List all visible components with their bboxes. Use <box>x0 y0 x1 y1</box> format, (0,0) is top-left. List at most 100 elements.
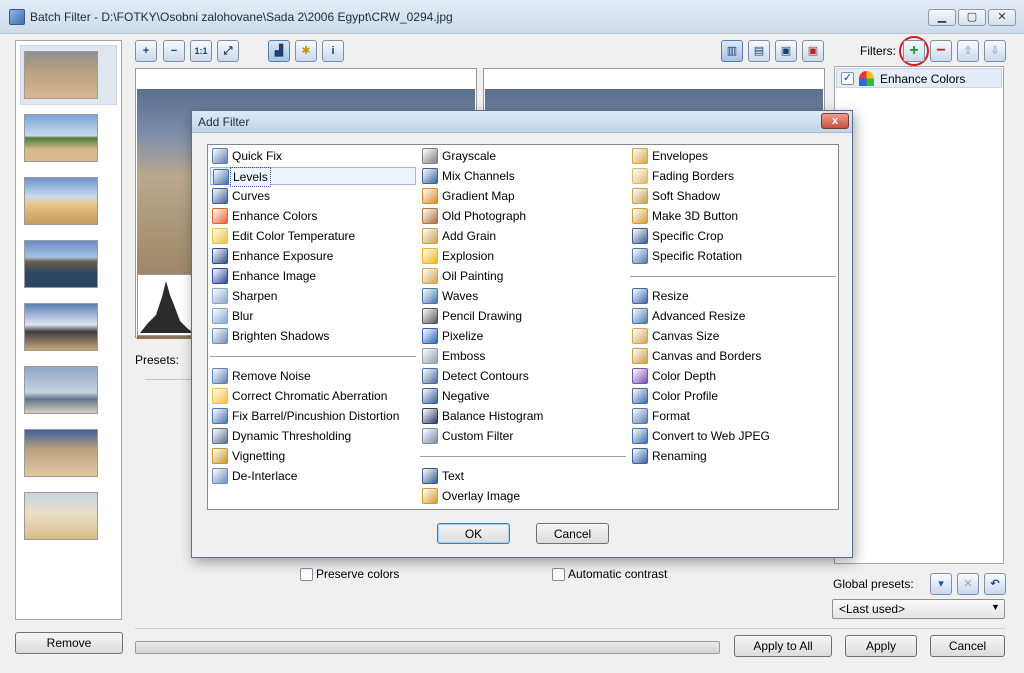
filter-option[interactable]: Canvas Size <box>630 327 836 345</box>
filter-option[interactable]: Overlay Image <box>420 487 626 505</box>
filter-option-label: Convert to Web JPEG <box>652 429 770 443</box>
filter-option[interactable]: Sharpen <box>210 287 416 305</box>
filter-option[interactable]: Specific Crop <box>630 227 836 245</box>
filter-option[interactable]: Convert to Web JPEG <box>630 427 836 445</box>
auto-adjust-icon[interactable]: ✱ <box>295 40 317 62</box>
filter-item-enhance-colors[interactable]: ✓ Enhance Colors <box>836 68 1002 88</box>
split-vertical-view-icon[interactable]: ▥ <box>721 40 743 62</box>
filter-option[interactable]: Enhance Exposure <box>210 247 416 265</box>
apply-to-all-button[interactable]: Apply to All <box>734 635 832 657</box>
filter-option[interactable]: Explosion <box>420 247 626 265</box>
filter-option-label: Resize <box>652 289 689 303</box>
filter-option[interactable]: Enhance Image <box>210 267 416 285</box>
filters-label: Filters: <box>860 44 896 58</box>
filter-option[interactable]: Envelopes <box>630 147 836 165</box>
filter-option[interactable]: Renaming <box>630 447 836 465</box>
filter-option[interactable]: Resize <box>630 287 836 305</box>
apply-button[interactable]: Apply <box>845 635 917 657</box>
dialog-close-button[interactable]: x <box>821 113 849 129</box>
remove-button[interactable]: Remove <box>15 632 123 654</box>
filter-option[interactable]: Color Depth <box>630 367 836 385</box>
filter-options-list[interactable]: Quick Fix Levels Curves Enhance Colors Edit … <box>207 144 839 510</box>
filter-option[interactable]: Pencil Drawing <box>420 307 626 325</box>
fit-to-window-icon[interactable]: ⤢ <box>217 40 239 62</box>
filter-option[interactable]: Edit Color Temperature <box>210 227 416 245</box>
histogram-icon[interactable]: ▟ <box>268 40 290 62</box>
filter-option[interactable]: Soft Shadow <box>630 187 836 205</box>
filter-option[interactable]: Detect Contours <box>420 367 626 385</box>
filter-option[interactable]: Advanced Resize <box>630 307 836 325</box>
automatic-contrast-checkbox[interactable] <box>552 568 565 581</box>
filter-option[interactable]: Remove Noise <box>210 367 416 385</box>
thumbnail-5[interactable] <box>24 303 98 351</box>
filter-option[interactable]: Emboss <box>420 347 626 365</box>
delete-preset-icon[interactable]: ✕ <box>957 573 979 595</box>
filter-option-label: Fading Borders <box>652 169 735 183</box>
thumbnail-2[interactable] <box>24 114 98 162</box>
zoom-in-icon[interactable]: + <box>135 40 157 62</box>
thumbnail-8[interactable] <box>24 492 98 540</box>
filter-option[interactable]: Specific Rotation <box>630 247 836 265</box>
thumbnail-1[interactable] <box>24 51 98 99</box>
filter-option[interactable]: Blur <box>210 307 416 325</box>
filter-option[interactable]: Pixelize <box>420 327 626 345</box>
filter-option[interactable]: Brighten Shadows <box>210 327 416 345</box>
thumbnail-6[interactable] <box>24 366 98 414</box>
histogram-panel <box>137 274 197 336</box>
filter-list[interactable]: ✓ Enhance Colors <box>834 66 1004 564</box>
filter-checkbox[interactable]: ✓ <box>841 72 854 85</box>
thumbnail-7[interactable] <box>24 429 98 477</box>
filter-option[interactable]: Enhance Colors <box>210 207 416 225</box>
move-down-icon[interactable]: ⇩ <box>984 40 1006 62</box>
original-view-icon[interactable]: ▣ <box>802 40 824 62</box>
save-preset-icon[interactable]: ▾ <box>930 573 952 595</box>
thumbnail-4[interactable] <box>24 240 98 288</box>
ok-button[interactable]: OK <box>437 523 510 544</box>
undo-icon[interactable]: ↶ <box>984 573 1006 595</box>
thumbnail-list[interactable] <box>15 40 122 620</box>
single-view-icon[interactable]: ▣ <box>775 40 797 62</box>
filter-option[interactable]: Vignetting <box>210 447 416 465</box>
filter-option[interactable]: Levels <box>210 167 416 187</box>
filter-option[interactable]: Add Grain <box>420 227 626 245</box>
minimize-button[interactable]: ▁ <box>928 9 956 26</box>
filter-option[interactable]: Color Profile <box>630 387 836 405</box>
filter-option[interactable]: Balance Histogram <box>420 407 626 425</box>
info-icon[interactable]: i <box>322 40 344 62</box>
filter-option[interactable]: Gradient Map <box>420 187 626 205</box>
zoom-out-icon[interactable]: − <box>163 40 185 62</box>
thumbnail-3[interactable] <box>24 177 98 225</box>
global-presets-select[interactable]: <Last used> ▼ <box>832 599 1005 619</box>
add-filter-icon[interactable]: + <box>903 40 925 62</box>
filter-option[interactable]: Negative <box>420 387 626 405</box>
filter-option[interactable]: Old Photograph <box>420 207 626 225</box>
cancel-button[interactable]: Cancel <box>930 635 1005 657</box>
filter-option[interactable]: Curves <box>210 187 416 205</box>
filter-option[interactable]: Fading Borders <box>630 167 836 185</box>
filter-option[interactable]: Correct Chromatic Aberration <box>210 387 416 405</box>
dialog-cancel-button[interactable]: Cancel <box>536 523 609 544</box>
filter-option[interactable]: Format <box>630 407 836 425</box>
filter-option[interactable]: Waves <box>420 287 626 305</box>
filter-option-label: Correct Chromatic Aberration <box>232 389 388 403</box>
filter-option[interactable]: Text <box>420 467 626 485</box>
noise-icon <box>212 368 228 384</box>
filter-option[interactable]: Dynamic Thresholding <box>210 427 416 445</box>
filter-option[interactable]: De-Interlace <box>210 467 416 485</box>
move-up-icon[interactable]: ⇧ <box>957 40 979 62</box>
maximize-button[interactable]: ▢ <box>958 9 986 26</box>
filter-option[interactable]: Fix Barrel/Pincushion Distortion <box>210 407 416 425</box>
filter-option[interactable]: Custom Filter <box>420 427 626 445</box>
filter-option-label: Overlay Image <box>442 489 521 503</box>
remove-filter-icon[interactable]: − <box>930 40 952 62</box>
actual-size-icon[interactable]: 1:1 <box>190 40 212 62</box>
filter-option[interactable]: Make 3D Button <box>630 207 836 225</box>
filter-option[interactable]: Canvas and Borders <box>630 347 836 365</box>
filter-option[interactable]: Quick Fix <box>210 147 416 165</box>
filter-option[interactable]: Grayscale <box>420 147 626 165</box>
filter-option[interactable]: Oil Painting <box>420 267 626 285</box>
split-horizontal-view-icon[interactable]: ▤ <box>748 40 770 62</box>
close-button[interactable]: ✕ <box>988 9 1016 26</box>
filter-option[interactable]: Mix Channels <box>420 167 626 185</box>
preserve-colors-checkbox[interactable] <box>300 568 313 581</box>
